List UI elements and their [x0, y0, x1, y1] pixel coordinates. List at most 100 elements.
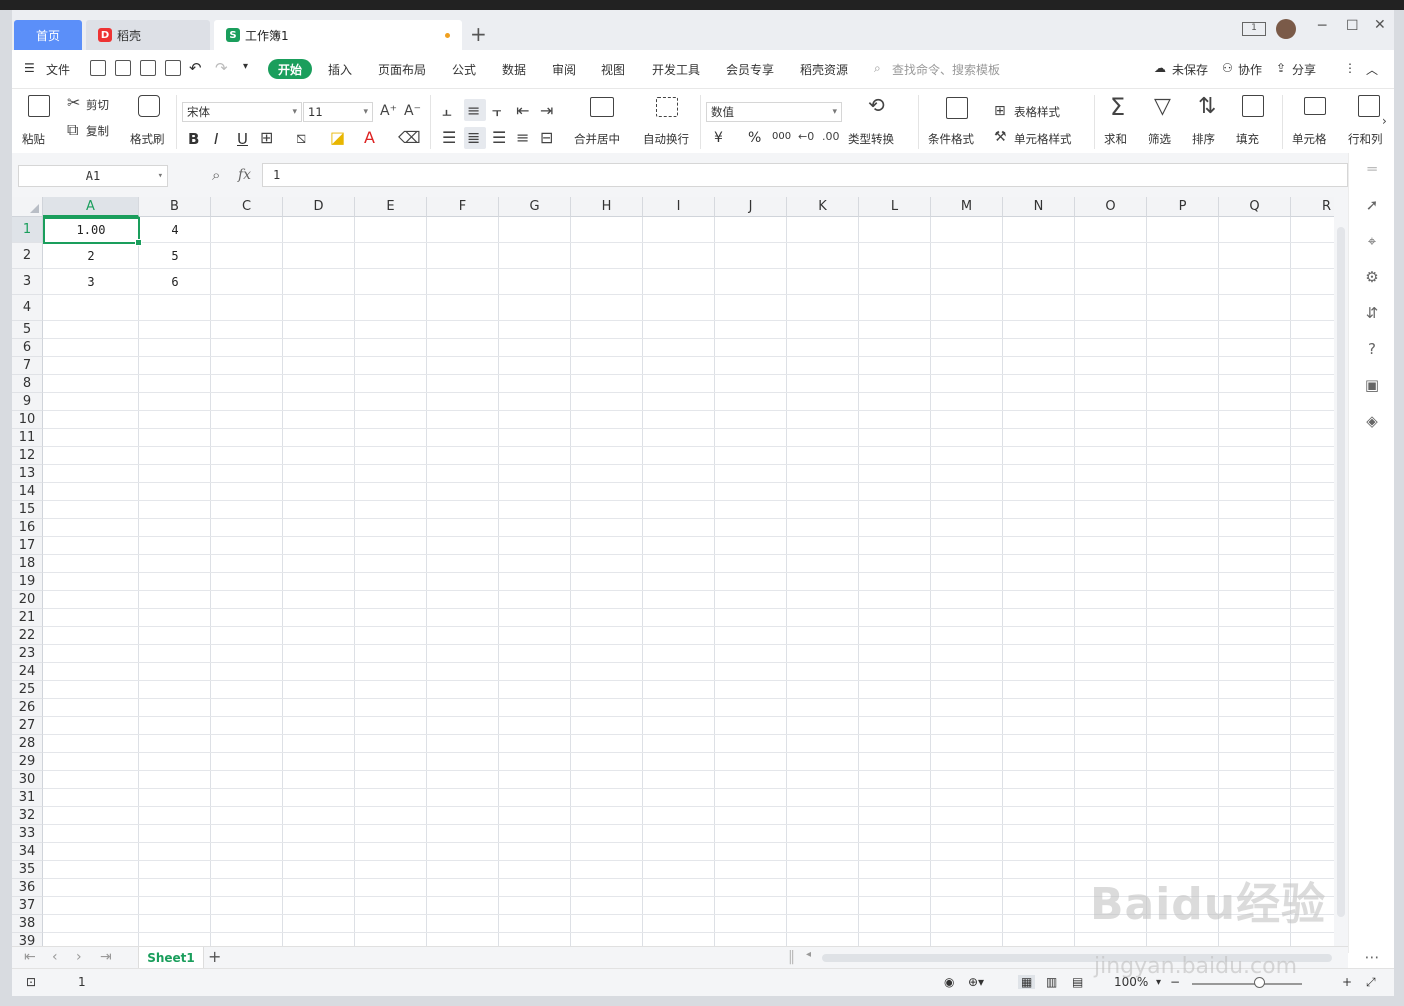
tab-daoke[interactable]: D 稻壳 — [86, 20, 210, 50]
column-header-p[interactable]: P — [1147, 197, 1219, 217]
distributed-align-icon[interactable]: ⊟ — [540, 130, 553, 146]
shield-icon[interactable]: ◈ — [1364, 413, 1380, 429]
menu-tab-daoke-resources[interactable]: 稻壳资源 — [800, 61, 848, 78]
collapse-ribbon-icon[interactable]: ︿ — [1366, 61, 1378, 78]
row-header-19[interactable]: 19 — [12, 573, 43, 591]
undo-icon[interactable]: ↶ — [189, 59, 202, 77]
rows-cols-button[interactable]: 行和列 — [1348, 131, 1382, 147]
auto-wrap-button[interactable]: 自动换行 — [643, 131, 689, 147]
conditional-format-button[interactable]: 条件格式 — [928, 131, 974, 147]
cell-b1[interactable]: 4 — [139, 217, 211, 243]
format-painter-button[interactable]: 格式刷 — [130, 131, 165, 147]
row-header-18[interactable]: 18 — [12, 555, 43, 573]
more-icon[interactable]: ⋯ — [1364, 949, 1380, 965]
increase-decimal-icon[interactable]: ←0 — [798, 129, 814, 145]
menu-tab-developer[interactable]: 开发工具 — [652, 61, 700, 78]
column-header-d[interactable]: D — [283, 197, 355, 217]
export-pdf-icon[interactable] — [115, 60, 131, 76]
align-bottom-icon[interactable]: ⫟ — [492, 103, 502, 119]
row-header-16[interactable]: 16 — [12, 519, 43, 537]
sort-button[interactable]: 排序 — [1192, 131, 1215, 147]
tab-home[interactable]: 首页 — [14, 20, 82, 50]
cell-b3[interactable]: 6 — [139, 269, 211, 295]
save-icon[interactable] — [90, 60, 106, 76]
row-header-5[interactable]: 5 — [12, 321, 43, 339]
increase-font-icon[interactable]: A⁺ — [380, 103, 397, 119]
prev-sheet-icon[interactable]: ‹ — [52, 949, 58, 965]
vertical-scrollbar[interactable] — [1334, 197, 1348, 946]
properties-icon[interactable]: ⚙ — [1364, 269, 1380, 285]
bold-button[interactable]: B — [188, 130, 199, 148]
align-center-icon[interactable]: ≣ — [467, 130, 480, 146]
row-header-22[interactable]: 22 — [12, 627, 43, 645]
input-method-icon[interactable]: ⊕▾ — [968, 975, 984, 989]
more-options-icon[interactable]: ⋮ — [1344, 61, 1356, 75]
justify-icon[interactable]: ≡ — [516, 130, 529, 146]
search-icon[interactable]: ⌕ — [874, 61, 881, 76]
cell-button[interactable]: 单元格 — [1292, 131, 1327, 147]
row-header-9[interactable]: 9 — [12, 393, 43, 411]
menu-tab-home[interactable]: 开始 — [268, 59, 312, 79]
zoom-slider[interactable] — [1192, 983, 1302, 985]
column-header-k[interactable]: K — [787, 197, 859, 217]
font-size-select[interactable]: 11 — [303, 102, 373, 122]
column-header-e[interactable]: E — [355, 197, 427, 217]
menu-tab-page-layout[interactable]: 页面布局 — [378, 61, 426, 78]
paste-icon[interactable] — [28, 95, 50, 117]
command-search-input[interactable]: 查找命令、搜索模板 — [892, 61, 1000, 78]
row-header-36[interactable]: 36 — [12, 879, 43, 897]
row-header-26[interactable]: 26 — [12, 699, 43, 717]
row-header-6[interactable]: 6 — [12, 339, 43, 357]
formula-input[interactable]: 1 — [262, 163, 1348, 187]
font-color-icon[interactable]: A — [364, 130, 375, 146]
add-sheet-button[interactable]: + — [208, 947, 221, 966]
row-header-37[interactable]: 37 — [12, 897, 43, 915]
page-break-view-icon[interactable]: ▤ — [1072, 975, 1083, 989]
hamburger-menu-icon[interactable]: ☰ — [24, 61, 35, 75]
decrease-font-icon[interactable]: A⁻ — [404, 103, 421, 119]
copy-icon[interactable]: ⧉ — [67, 122, 78, 138]
align-left-icon[interactable]: ☰ — [442, 130, 456, 146]
zoom-in-icon[interactable]: + — [1342, 975, 1352, 989]
copy-button[interactable]: 复制 — [86, 123, 109, 139]
number-format-select[interactable]: 数值 — [706, 102, 842, 122]
row-header-34[interactable]: 34 — [12, 843, 43, 861]
file-menu[interactable]: 文件 — [46, 61, 70, 78]
column-header-j[interactable]: J — [715, 197, 787, 217]
scissors-icon[interactable]: ✂ — [67, 95, 80, 111]
column-header-b[interactable]: B — [139, 197, 211, 217]
row-header-28[interactable]: 28 — [12, 735, 43, 753]
fullscreen-icon[interactable]: ⤢ — [1366, 975, 1376, 990]
row-header-20[interactable]: 20 — [12, 591, 43, 609]
row-header-8[interactable]: 8 — [12, 375, 43, 393]
select-cursor-icon[interactable]: ⌖ — [1364, 233, 1380, 249]
align-right-icon[interactable]: ☰ — [492, 130, 506, 146]
minimize-icon[interactable]: ─ — [1318, 18, 1326, 34]
table-style-button[interactable]: 表格样式 — [1014, 104, 1060, 120]
italic-button[interactable]: I — [214, 130, 218, 148]
font-name-select[interactable]: 宋体 — [182, 102, 302, 122]
decrease-decimal-icon[interactable]: .00 — [822, 129, 840, 145]
page-layout-view-icon[interactable]: ▥ — [1046, 975, 1057, 989]
menu-tab-data[interactable]: 数据 — [502, 61, 526, 78]
help-icon[interactable]: ? — [1364, 341, 1380, 357]
filter-icon[interactable]: ▽ — [1154, 95, 1171, 119]
print-icon[interactable] — [140, 60, 156, 76]
merge-center-button[interactable]: 合并居中 — [574, 131, 620, 147]
row-header-1[interactable]: 1 — [12, 217, 43, 243]
row-header-25[interactable]: 25 — [12, 681, 43, 699]
row-header-31[interactable]: 31 — [12, 789, 43, 807]
row-header-35[interactable]: 35 — [12, 861, 43, 879]
row-header-27[interactable]: 27 — [12, 717, 43, 735]
row-header-4[interactable]: 4 — [12, 295, 43, 321]
ribbon-scroll-right-icon[interactable]: › — [1382, 113, 1387, 129]
zoom-formula-icon[interactable]: ⌕ — [212, 167, 220, 183]
backup-icon[interactable]: ⇵ — [1364, 305, 1380, 321]
last-sheet-icon[interactable]: ⇥ — [100, 949, 112, 965]
row-header-24[interactable]: 24 — [12, 663, 43, 681]
clear-format-icon[interactable]: ⌫ — [398, 130, 421, 146]
row-header-11[interactable]: 11 — [12, 429, 43, 447]
menu-tab-insert[interactable]: 插入 — [328, 61, 352, 78]
sheet-tab-sheet1[interactable]: Sheet1 — [138, 947, 204, 969]
image-tools-icon[interactable]: ▣ — [1364, 377, 1380, 393]
